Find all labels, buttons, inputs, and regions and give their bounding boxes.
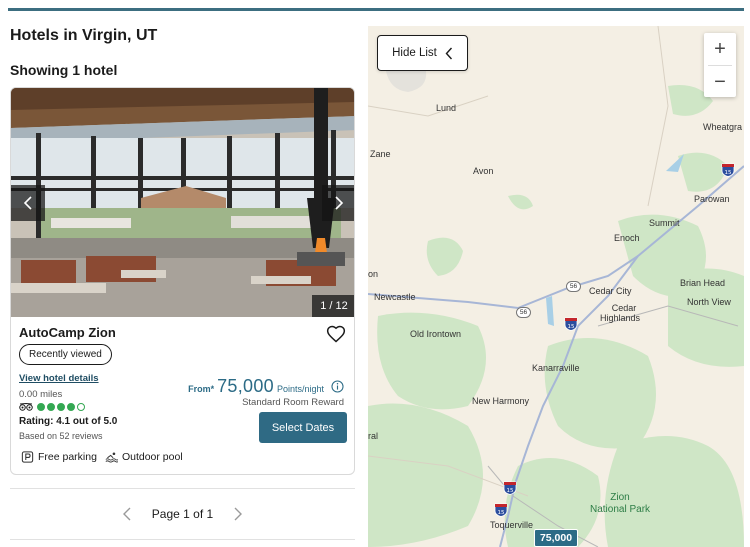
reward-type: Standard Room Reward [242, 397, 344, 408]
map-price-marker[interactable]: 75,000 [534, 529, 578, 547]
map-label-cedar-highlands-line2: Highlands [600, 313, 641, 323]
map-label-brian-head: Brian Head [680, 278, 726, 288]
hide-list-label: Hide List [392, 47, 437, 59]
chevron-left-icon [23, 196, 32, 210]
amenity-label: Outdoor pool [121, 451, 183, 463]
chevron-left-icon[interactable] [120, 506, 134, 522]
interstate-15-shield-icon: 15 [721, 163, 735, 177]
hotel-name[interactable]: AutoCamp Zion [19, 325, 116, 340]
rating-dot-filled [47, 403, 55, 411]
interstate-15-shield-icon: 15 [564, 317, 578, 331]
price-prefix: From* [188, 384, 215, 394]
hide-list-button[interactable]: Hide List [377, 35, 468, 71]
map-label-cedar-city: Cedar City [589, 286, 632, 296]
interstate-15-shield-icon: 15 [494, 503, 508, 517]
interstate-15-label: 15 [568, 324, 575, 330]
rating-dot-filled [67, 403, 75, 411]
interstate-15-label: 15 [507, 488, 514, 494]
price-row: From* 75,000 Points/night [188, 376, 344, 397]
page-indicator: Page 1 of 1 [151, 507, 214, 521]
chevron-left-icon [445, 47, 452, 59]
photo-prev-button[interactable] [11, 185, 45, 221]
hotel-photo-image [11, 88, 354, 317]
map-label-zion-line2: National Park [590, 504, 651, 515]
map-label-on: on [368, 269, 379, 279]
rating-dot-filled [57, 403, 65, 411]
map-label-cedar-highlands: Cedar Highlands [600, 303, 640, 323]
result-count: Showing 1 hotel [10, 62, 118, 78]
parking-icon [21, 451, 34, 463]
amenities: Free parking Outdoor pool [21, 451, 183, 463]
rating-dots [19, 402, 85, 412]
distance: 0.00 miles [19, 389, 63, 400]
map-label-enoch: Enoch [614, 233, 640, 243]
hotel-photo[interactable]: 1 / 12 [11, 88, 354, 317]
map-label-ral: ral [368, 431, 379, 441]
heart-icon[interactable] [326, 324, 346, 344]
map-label-avon: Avon [473, 166, 494, 176]
page-title: Hotels in Virgin, UT [10, 27, 158, 44]
map-label-zion-line1: Zion [610, 492, 630, 503]
route-56-shield: 56 [516, 307, 531, 318]
tripadvisor-icon [19, 402, 33, 411]
map-label-zion-national-park: Zion National Park [590, 492, 650, 516]
zoom-controls: + − [704, 33, 736, 97]
rating-dot-empty [77, 403, 85, 411]
chevron-right-icon[interactable] [231, 506, 245, 522]
map-label-old-irontown: Old Irontown [410, 329, 462, 339]
map-label-new-harmony: New Harmony [472, 396, 530, 406]
pager-divider [10, 539, 355, 540]
map-label-lund: Lund [436, 103, 457, 113]
map-label-kanarraville: Kanarraville [532, 363, 580, 373]
interstate-15-shield-icon: 15 [503, 481, 517, 495]
pool-icon [105, 452, 118, 463]
zoom-out-button[interactable]: − [704, 66, 736, 98]
map-label-summit: Summit [649, 218, 680, 228]
rating-dot-filled [37, 403, 45, 411]
photo-counter: 1 / 12 [312, 295, 354, 317]
pagination: Page 1 of 1 [10, 504, 355, 524]
map-label-parowan: Parowan [694, 194, 730, 204]
review-count: Based on 52 reviews [19, 431, 103, 441]
map-label-wheatgrass: Wheatgra [703, 122, 743, 132]
chevron-right-icon [335, 196, 344, 210]
photo-next-button[interactable] [322, 185, 354, 221]
header-rule [8, 8, 744, 11]
map-label-toquerville: Toquerville [490, 520, 534, 530]
hotel-card[interactable]: 1 / 12 AutoCamp Zion Recently viewed Vie… [10, 87, 355, 475]
map-label-cedar-highlands-line1: Cedar [611, 303, 637, 313]
price-unit: Points/night [276, 384, 324, 394]
amenity-outdoor-pool: Outdoor pool [105, 451, 183, 463]
map[interactable]: Lund Wheatgra Zane Avon Parowan Summit E… [368, 26, 744, 547]
price-value: 75,000 [217, 376, 274, 396]
interstate-15-label: 15 [498, 510, 505, 516]
view-hotel-details-link[interactable]: View hotel details [19, 373, 99, 384]
map-label-newcastle: Newcastle [374, 292, 416, 302]
map-label-zane: Zane [370, 149, 391, 159]
select-dates-button[interactable]: Select Dates [259, 412, 347, 443]
pager-divider [10, 488, 355, 489]
route-56-shield: 56 [566, 281, 581, 292]
amenity-label: Free parking [38, 451, 97, 463]
info-icon[interactable] [331, 380, 344, 393]
rating-text: Rating: 4.1 out of 5.0 [19, 416, 118, 427]
interstate-15-label: 15 [725, 170, 732, 176]
zoom-in-button[interactable]: + [704, 33, 736, 65]
amenity-free-parking: Free parking [21, 451, 97, 463]
map-label-north-view: North View [687, 297, 731, 307]
rating-dot-group [37, 403, 85, 411]
recently-viewed-badge: Recently viewed [19, 344, 112, 365]
